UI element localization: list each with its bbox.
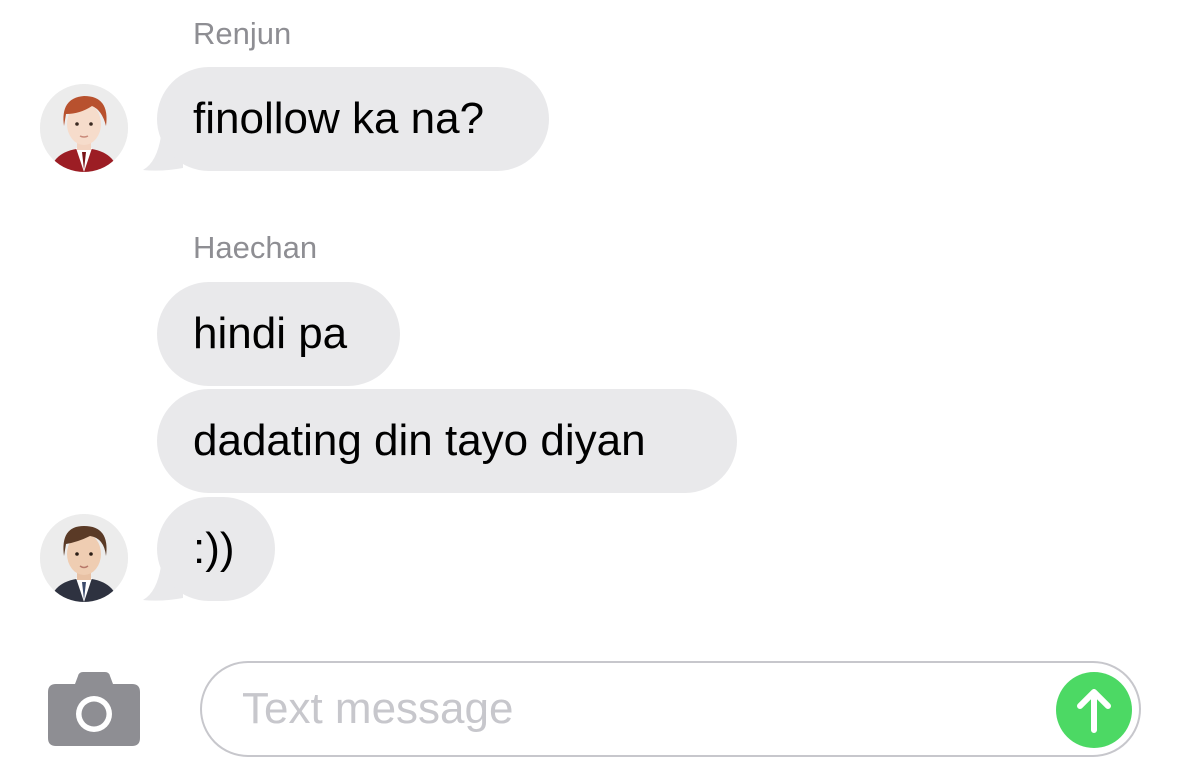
message-input-field[interactable]	[200, 661, 1141, 757]
message-bubble[interactable]: hindi pa	[157, 282, 400, 386]
send-button[interactable]	[1056, 672, 1132, 748]
message-input[interactable]	[242, 677, 1022, 741]
camera-button[interactable]	[48, 672, 140, 746]
arrow-up-icon	[1077, 689, 1111, 733]
avatar-renjun[interactable]	[40, 84, 128, 172]
sender-name-haechan: Haechan	[193, 230, 318, 265]
message-bubble[interactable]: finollow ka na?	[157, 67, 549, 171]
avatar-photo	[40, 514, 128, 602]
message-text: finollow ka na?	[193, 94, 485, 143]
messages-screen: Renjun finollow ka na? Haechan hindi pa …	[0, 0, 1200, 773]
message-bubble[interactable]: dadating din tayo diyan	[157, 389, 737, 493]
message-bubble[interactable]: :))	[157, 497, 275, 601]
sender-name-renjun: Renjun	[193, 16, 292, 51]
camera-icon	[48, 672, 140, 746]
message-text: :))	[193, 524, 235, 573]
avatar-haechan[interactable]	[40, 514, 128, 602]
message-text: hindi pa	[193, 309, 348, 358]
avatar-photo	[40, 84, 128, 172]
message-text: dadating din tayo diyan	[193, 416, 646, 465]
